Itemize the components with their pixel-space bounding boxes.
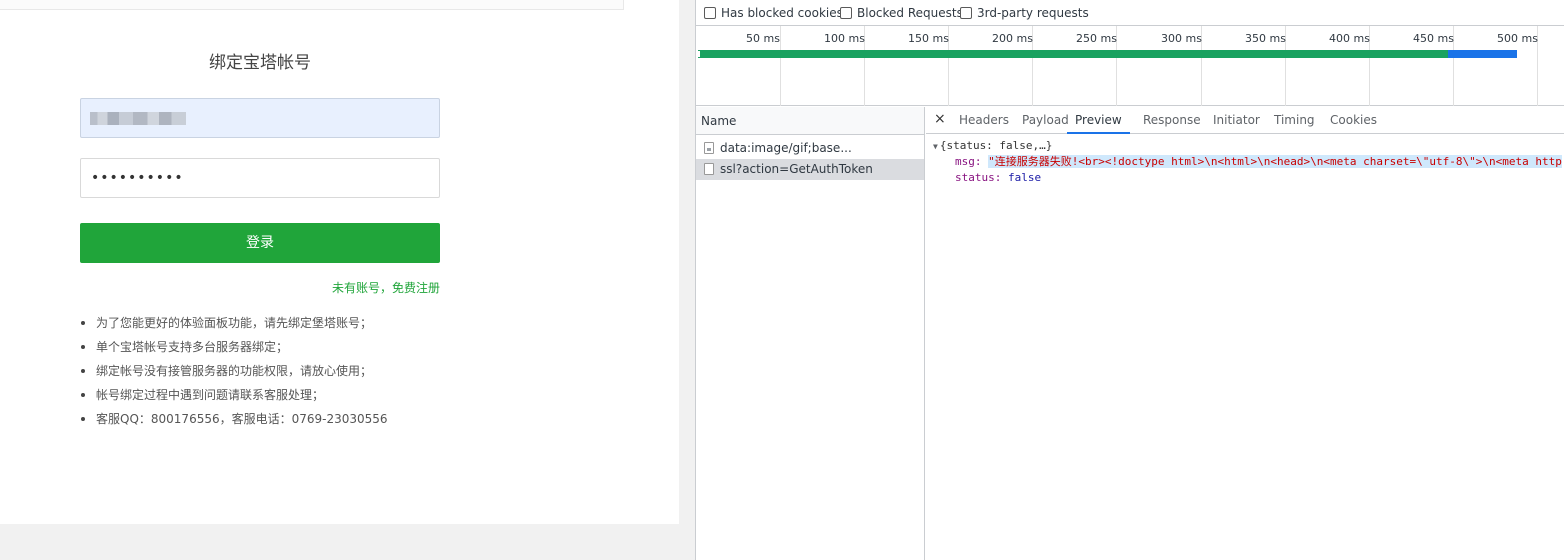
checkbox-icon — [704, 7, 716, 19]
register-link[interactable]: 未有账号，免费注册 — [332, 279, 440, 296]
request-name: data:image/gif;base... — [720, 141, 852, 155]
has-blocked-cookies-checkbox[interactable]: Has blocked cookies — [704, 6, 843, 22]
tab-timing[interactable]: Timing — [1274, 107, 1315, 134]
checkbox-icon — [840, 7, 852, 19]
request-detail: × Headers Payload Preview Response Initi… — [926, 107, 1564, 560]
tab-preview[interactable]: Preview — [1067, 107, 1130, 134]
name-column-header[interactable]: Name — [696, 107, 924, 135]
login-button[interactable]: 登录 — [80, 223, 440, 263]
tick-label: 200 ms — [992, 32, 1033, 45]
checkbox-label: Has blocked cookies — [721, 6, 843, 20]
request-name: ssl?action=GetAuthToken — [720, 162, 873, 176]
panel-splitter[interactable] — [679, 0, 695, 560]
third-party-requests-checkbox[interactable]: 3rd-party requests — [960, 6, 1089, 22]
json-status-line[interactable]: status: false — [955, 170, 1041, 186]
request-row[interactable]: data:image/gif;base... — [696, 138, 924, 159]
list-item: 绑定帐号没有接管服务器的功能权限，请放心使用； — [80, 362, 388, 386]
list-item: 帐号绑定过程中遇到问题请联系客服处理； — [80, 386, 388, 410]
blocked-requests-checkbox[interactable]: Blocked Requests — [840, 6, 963, 22]
document-file-icon — [704, 163, 714, 175]
tick-label: 450 ms — [1413, 32, 1454, 45]
start-marker — [698, 51, 700, 57]
request-timeline-bar — [698, 50, 1517, 58]
devtools-network-panel: Has blocked cookies Blocked Requests 3rd… — [695, 0, 1564, 560]
json-summary: {status: false,…} — [939, 139, 1053, 152]
request-row-selected[interactable]: ssl?action=GetAuthToken — [696, 159, 924, 180]
json-key: status — [955, 171, 995, 184]
tab-response[interactable]: Response — [1143, 107, 1201, 134]
tick-label: 500 ms — [1497, 32, 1538, 45]
expand-triangle-icon: ▼ — [933, 142, 938, 151]
checkbox-label: Blocked Requests — [857, 6, 963, 20]
tick-label: 150 ms — [908, 32, 949, 45]
json-msg-line[interactable]: msg: "连接服务器失败!<br><!doctype html>\n<html… — [955, 154, 1562, 170]
blurred-username — [90, 112, 186, 125]
image-file-icon — [704, 142, 714, 154]
tick-label: 300 ms — [1161, 32, 1202, 45]
json-status-value: false — [1008, 171, 1042, 184]
checkbox-icon — [960, 7, 972, 19]
tab-payload[interactable]: Payload — [1022, 107, 1069, 134]
tick-label: 350 ms — [1245, 32, 1286, 45]
list-item: 单个宝塔帐号支持多台服务器绑定； — [80, 338, 388, 362]
tab-cookies[interactable]: Cookies — [1330, 107, 1377, 134]
checkbox-label: 3rd-party requests — [977, 6, 1089, 20]
page-bottom-area — [0, 524, 679, 560]
json-key: msg — [955, 155, 975, 168]
list-item: 客服QQ：800176556，客服电话：0769-23030556 — [80, 410, 388, 434]
detail-tabs: × Headers Payload Preview Response Initi… — [926, 107, 1564, 134]
tick-label: 100 ms — [824, 32, 865, 45]
tick-line — [780, 26, 781, 106]
tab-initiator[interactable]: Initiator — [1213, 107, 1260, 134]
json-msg-value: "连接服务器失败!<br><!doctype html>\n<html>\n<h… — [988, 155, 1562, 168]
filter-bar: Has blocked cookies Blocked Requests 3rd… — [696, 0, 1564, 26]
top-divider — [0, 0, 624, 10]
tick-label: 400 ms — [1329, 32, 1370, 45]
timeline-overview[interactable]: 50 ms 100 ms 150 ms 200 ms 250 ms 300 ms… — [696, 26, 1564, 106]
waiting-segment — [698, 50, 1448, 58]
tick-label: 50 ms — [746, 32, 780, 45]
password-field[interactable]: •••••••••• — [80, 158, 440, 198]
tick-label: 250 ms — [1076, 32, 1117, 45]
close-icon[interactable]: × — [934, 112, 946, 126]
list-item: 为了您能更好的体验面板功能，请先绑定堡塔账号； — [80, 314, 388, 338]
request-list: Name data:image/gif;base... ssl?action=G… — [696, 107, 925, 560]
page-title: 绑定宝塔帐号 — [209, 53, 311, 73]
tab-headers[interactable]: Headers — [959, 107, 1009, 134]
json-root[interactable]: ▼ {status: false,…} — [933, 138, 1052, 154]
download-segment — [1448, 50, 1517, 58]
bind-account-panel: 绑定宝塔帐号 •••••••••• 登录 未有账号，免费注册 为了您能更好的体验… — [0, 0, 679, 524]
notes-list: 为了您能更好的体验面板功能，请先绑定堡塔账号； 单个宝塔帐号支持多台服务器绑定；… — [80, 314, 388, 434]
